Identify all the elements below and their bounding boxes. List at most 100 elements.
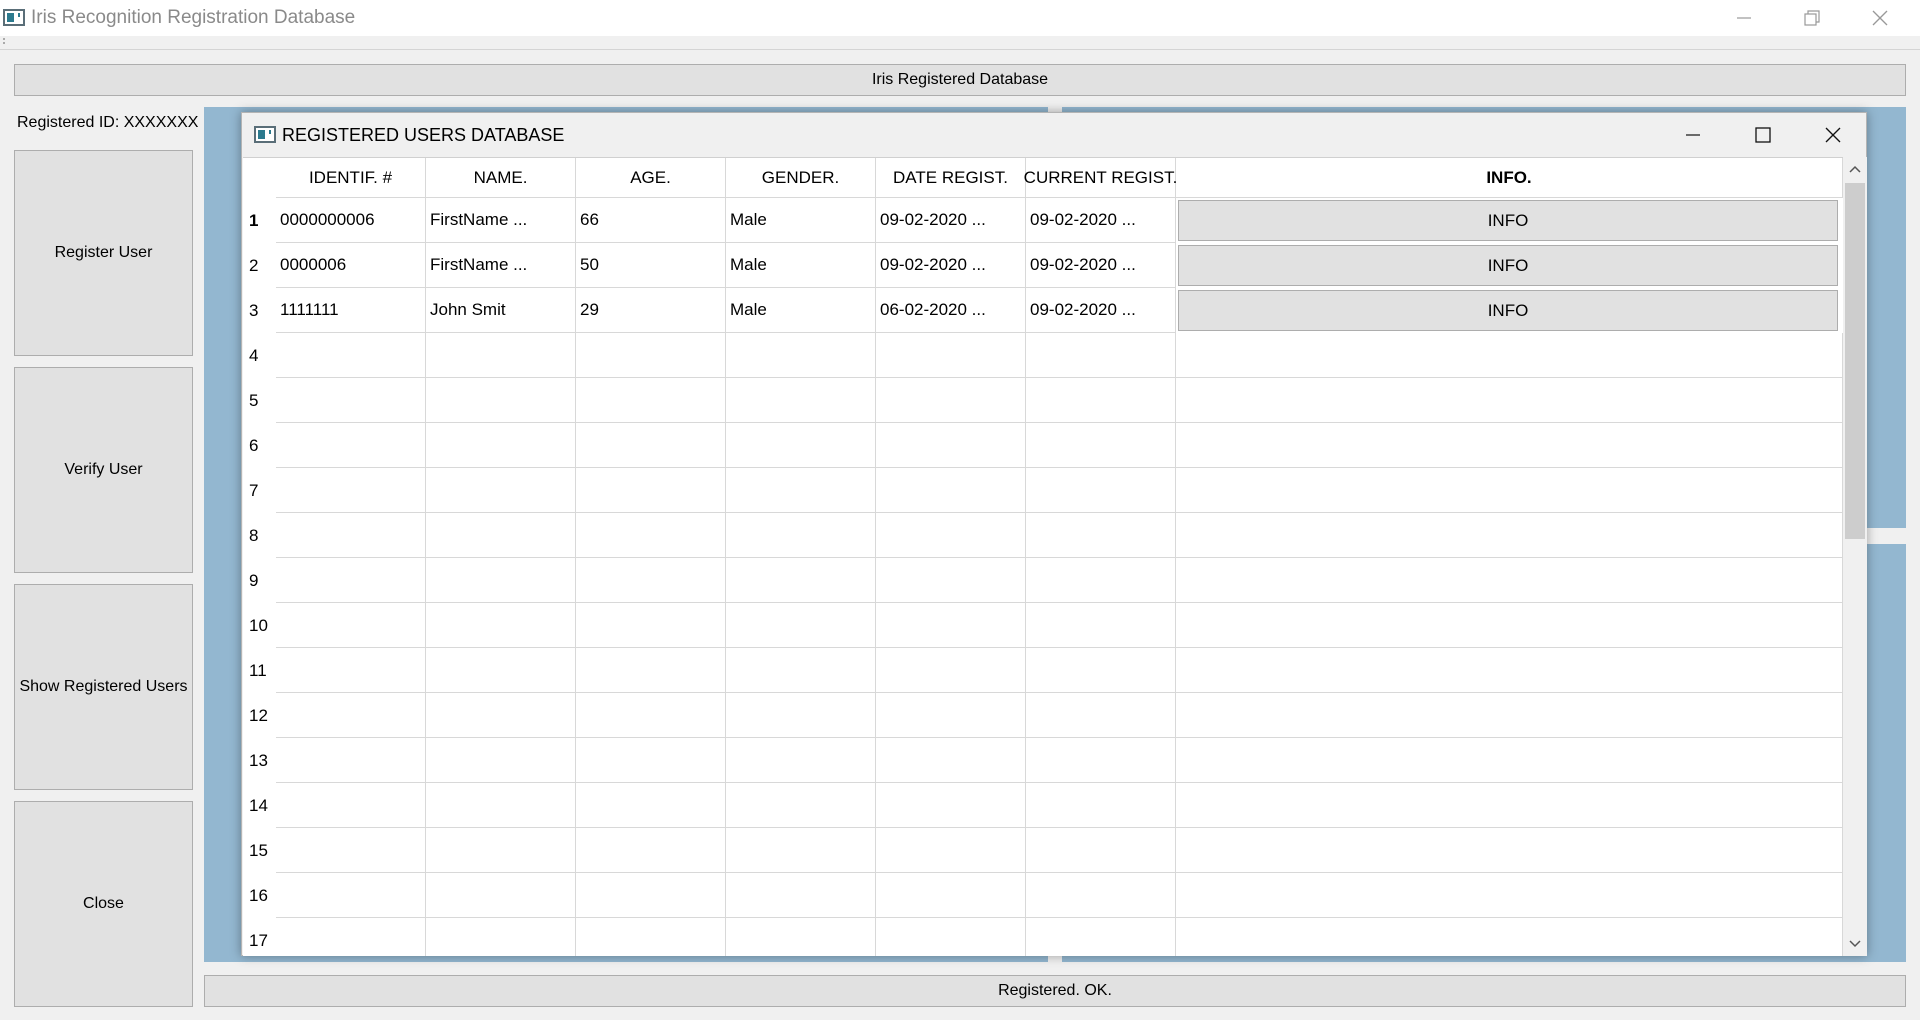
empty-cell[interactable] bbox=[426, 423, 576, 468]
child-minimize-button[interactable] bbox=[1658, 113, 1728, 157]
empty-cell[interactable] bbox=[276, 648, 426, 693]
empty-cell[interactable] bbox=[726, 513, 876, 558]
empty-cell[interactable] bbox=[576, 648, 726, 693]
empty-cell[interactable] bbox=[1026, 378, 1176, 423]
empty-cell[interactable] bbox=[426, 648, 576, 693]
cell-name[interactable]: FirstName ... bbox=[426, 198, 576, 243]
cell-gender[interactable]: Male bbox=[726, 288, 876, 333]
row-number[interactable]: 3 bbox=[243, 288, 276, 333]
register-user-button[interactable]: Register User bbox=[14, 150, 193, 356]
empty-cell[interactable] bbox=[576, 738, 726, 783]
empty-cell[interactable] bbox=[876, 423, 1026, 468]
column-header-name[interactable]: NAME. bbox=[426, 158, 576, 198]
empty-cell[interactable] bbox=[276, 468, 426, 513]
empty-cell[interactable] bbox=[576, 873, 726, 918]
row-number[interactable]: 8 bbox=[243, 513, 276, 558]
child-maximize-button[interactable] bbox=[1728, 113, 1798, 157]
child-title-bar[interactable]: REGISTERED USERS DATABASE bbox=[242, 113, 1866, 157]
empty-cell[interactable] bbox=[1026, 873, 1176, 918]
database-header-button[interactable]: Iris Registered Database bbox=[14, 64, 1906, 96]
toolbar-grip[interactable] bbox=[3, 38, 6, 48]
child-close-button[interactable] bbox=[1798, 113, 1868, 157]
row-number[interactable]: 5 bbox=[243, 378, 276, 423]
empty-cell[interactable] bbox=[426, 558, 576, 603]
show-registered-users-button[interactable]: Show Registered Users bbox=[14, 584, 193, 790]
empty-cell[interactable] bbox=[576, 333, 726, 378]
cell-current-regist[interactable]: 09-02-2020 ... bbox=[1026, 288, 1176, 333]
column-header-current-regist[interactable]: CURRENT REGIST. bbox=[1024, 158, 1177, 198]
empty-info-cell[interactable] bbox=[1176, 603, 1843, 648]
cell-id[interactable]: 0000000006 bbox=[276, 198, 426, 243]
empty-cell[interactable] bbox=[726, 378, 876, 423]
row-number[interactable]: 7 bbox=[243, 468, 276, 513]
empty-cell[interactable] bbox=[876, 828, 1026, 873]
empty-cell[interactable] bbox=[726, 333, 876, 378]
empty-cell[interactable] bbox=[876, 648, 1026, 693]
empty-cell[interactable] bbox=[426, 513, 576, 558]
empty-cell[interactable] bbox=[276, 558, 426, 603]
empty-info-cell[interactable] bbox=[1176, 558, 1843, 603]
empty-cell[interactable] bbox=[276, 738, 426, 783]
empty-cell[interactable] bbox=[426, 333, 576, 378]
verify-user-button[interactable]: Verify User bbox=[14, 367, 193, 573]
empty-cell[interactable] bbox=[726, 828, 876, 873]
column-header-id[interactable]: IDENTIF. # bbox=[276, 158, 426, 198]
empty-cell[interactable] bbox=[576, 423, 726, 468]
empty-cell[interactable] bbox=[726, 423, 876, 468]
empty-cell[interactable] bbox=[576, 693, 726, 738]
empty-cell[interactable] bbox=[1026, 738, 1176, 783]
cell-name[interactable]: John Smit bbox=[426, 288, 576, 333]
empty-cell[interactable] bbox=[1026, 468, 1176, 513]
empty-info-cell[interactable] bbox=[1176, 693, 1843, 738]
empty-cell[interactable] bbox=[726, 738, 876, 783]
cell-gender[interactable]: Male bbox=[726, 198, 876, 243]
column-header-date-regist[interactable]: DATE REGIST. bbox=[876, 158, 1026, 198]
empty-cell[interactable] bbox=[876, 333, 1026, 378]
row-number[interactable]: 2 bbox=[243, 243, 276, 288]
empty-cell[interactable] bbox=[726, 558, 876, 603]
empty-info-cell[interactable] bbox=[1176, 918, 1843, 956]
cell-id[interactable]: 1111111 bbox=[276, 288, 426, 333]
row-number[interactable]: 13 bbox=[243, 738, 276, 783]
info-button[interactable]: INFO bbox=[1178, 245, 1838, 286]
empty-cell[interactable] bbox=[276, 423, 426, 468]
scroll-down-button[interactable] bbox=[1843, 932, 1867, 956]
empty-cell[interactable] bbox=[876, 693, 1026, 738]
empty-cell[interactable] bbox=[726, 918, 876, 956]
empty-info-cell[interactable] bbox=[1176, 423, 1843, 468]
empty-info-cell[interactable] bbox=[1176, 333, 1843, 378]
empty-cell[interactable] bbox=[576, 558, 726, 603]
cell-date-regist[interactable]: 06-02-2020 ... bbox=[876, 288, 1026, 333]
empty-cell[interactable] bbox=[876, 558, 1026, 603]
cell-age[interactable]: 29 bbox=[576, 288, 726, 333]
empty-cell[interactable] bbox=[876, 603, 1026, 648]
row-number[interactable]: 9 bbox=[243, 558, 276, 603]
users-table[interactable]: IDENTIF. # NAME. AGE. GENDER. DATE REGIS… bbox=[243, 157, 1843, 956]
empty-cell[interactable] bbox=[426, 378, 576, 423]
empty-cell[interactable] bbox=[726, 468, 876, 513]
scroll-thumb[interactable] bbox=[1845, 183, 1865, 539]
row-number[interactable]: 15 bbox=[243, 828, 276, 873]
empty-cell[interactable] bbox=[876, 873, 1026, 918]
empty-info-cell[interactable] bbox=[1176, 378, 1843, 423]
empty-cell[interactable] bbox=[276, 918, 426, 956]
scroll-up-button[interactable] bbox=[1843, 157, 1867, 181]
cell-age[interactable]: 50 bbox=[576, 243, 726, 288]
empty-cell[interactable] bbox=[426, 873, 576, 918]
empty-cell[interactable] bbox=[1026, 918, 1176, 956]
empty-cell[interactable] bbox=[726, 648, 876, 693]
minimize-button[interactable] bbox=[1710, 0, 1778, 36]
empty-info-cell[interactable] bbox=[1176, 513, 1843, 558]
empty-cell[interactable] bbox=[1026, 558, 1176, 603]
empty-info-cell[interactable] bbox=[1176, 828, 1843, 873]
row-number[interactable]: 4 bbox=[243, 333, 276, 378]
empty-cell[interactable] bbox=[1026, 828, 1176, 873]
mdi-scrollbar-handle-bottom[interactable] bbox=[1048, 956, 1062, 962]
table-vertical-scrollbar[interactable] bbox=[1843, 157, 1867, 956]
empty-cell[interactable] bbox=[576, 918, 726, 956]
close-button[interactable]: Close bbox=[14, 801, 193, 1007]
empty-cell[interactable] bbox=[876, 468, 1026, 513]
empty-cell[interactable] bbox=[276, 603, 426, 648]
empty-cell[interactable] bbox=[276, 783, 426, 828]
empty-cell[interactable] bbox=[276, 378, 426, 423]
